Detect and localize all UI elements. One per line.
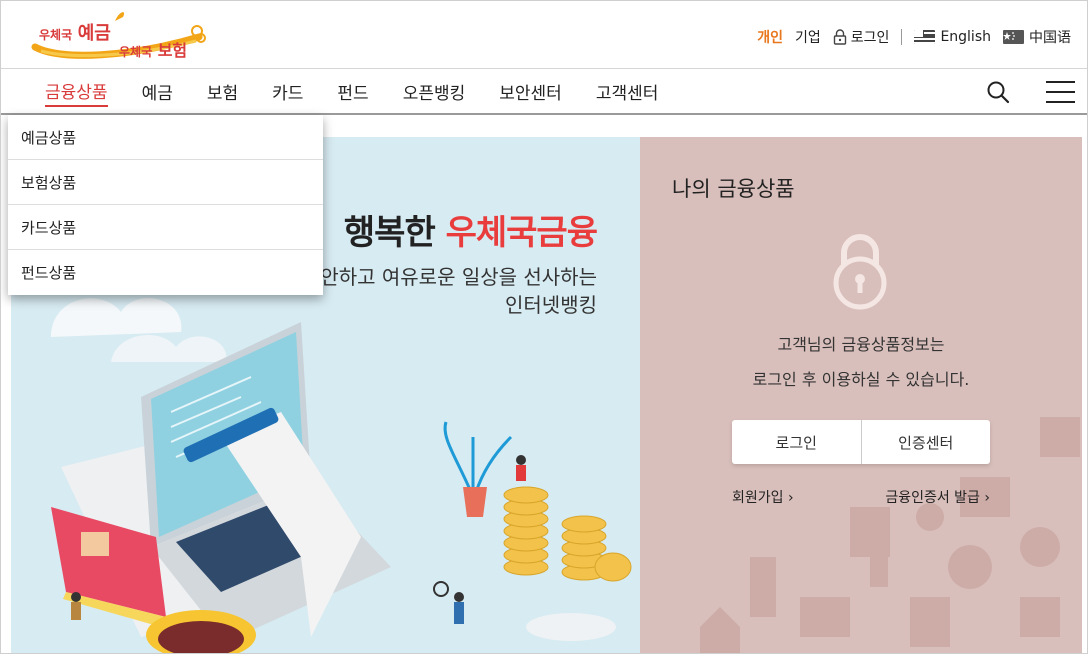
my-products-panel: 나의 금융상품 고객님의 금융상품정보는 로그인 후 이용하실 수 있습니다. … <box>640 137 1082 653</box>
chevron-right-icon: › <box>787 490 794 506</box>
gnb-item-card[interactable]: 카드 <box>272 79 303 106</box>
search-icon[interactable] <box>986 80 1010 104</box>
logo-line1-prefix: 우체국 <box>39 28 73 42</box>
gnb-menu: 금융상품 예금 보험 카드 펀드 오픈뱅킹 보안센터 고객센터 <box>45 69 692 115</box>
login-button[interactable]: 로그인 <box>732 420 861 464</box>
us-flag-icon <box>914 30 936 44</box>
corporate-link[interactable]: 기업 <box>795 27 821 47</box>
panel-message-1: 고객님의 금융상품정보는 <box>777 335 945 354</box>
dropdown-item-fund-products[interactable]: 펀드상품 <box>8 250 323 295</box>
logo[interactable]: 우체국 예금 우체국 보험 <box>31 7 207 63</box>
english-link[interactable]: English <box>914 29 991 45</box>
panel-button-group: 로그인 인증센터 <box>732 420 990 464</box>
signup-link-label: 회원가입 <box>732 490 784 506</box>
certification-center-button[interactable]: 인증센터 <box>860 420 991 464</box>
dropdown-item-insurance-products[interactable]: 보험상품 <box>8 160 323 205</box>
banner-subtext-1: 안하고 여유로운 일상을 선사하는 <box>320 265 597 289</box>
gnb-item-security-center[interactable]: 보안센터 <box>499 79 562 106</box>
login-link[interactable]: 로그인 <box>833 27 890 47</box>
panel-title: 나의 금융상품 <box>672 177 795 201</box>
dropdown-item-deposit-products[interactable]: 예금상품 <box>8 115 323 160</box>
menu-icon[interactable] <box>1046 81 1075 103</box>
utility-nav: 개인 기업 로그인 English 中国语 <box>745 27 1071 47</box>
banner-headline: 행복한 우체국금융 <box>343 205 598 254</box>
logo-line1: 우체국 예금 <box>39 19 111 45</box>
chinese-link-label: 中国语 <box>1029 30 1071 46</box>
panel-message-2: 로그인 후 이용하실 수 있습니다. <box>752 370 970 389</box>
personal-link[interactable]: 개인 <box>757 27 783 47</box>
util-divider <box>901 29 903 45</box>
login-link-label: 로그인 <box>850 30 890 46</box>
signup-link[interactable]: 회원가입 › <box>732 487 794 507</box>
lock-icon <box>833 29 846 45</box>
chevron-right-icon: › <box>984 490 990 506</box>
gnb-item-fund[interactable]: 펀드 <box>337 79 368 106</box>
gnb-item-customer-center[interactable]: 고객센터 <box>596 79 659 106</box>
certificate-issue-link[interactable]: 금융인증서 발급 › <box>885 487 990 507</box>
logo-line2-prefix: 우체국 <box>119 45 153 59</box>
top-header: 우체국 예금 우체국 보험 개인 기업 로그인 English 中国语 <box>1 1 1087 69</box>
english-link-label: English <box>940 29 991 45</box>
china-flag-icon <box>1003 30 1024 44</box>
global-nav: 금융상품 예금 보험 카드 펀드 오픈뱅킹 보안센터 고객센터 <box>1 69 1087 115</box>
logo-line2: 우체국 보험 <box>119 37 187 61</box>
logo-line1-word: 예금 <box>77 23 111 44</box>
gnb-item-financial-products[interactable]: 금융상품 <box>45 78 108 107</box>
gnb-item-insurance[interactable]: 보험 <box>207 79 238 106</box>
banner-headline-highlight: 우체국금융 <box>445 213 598 253</box>
certificate-issue-link-label: 금융인증서 발급 <box>885 490 980 506</box>
logo-line2-word: 보험 <box>157 41 188 60</box>
chinese-link[interactable]: 中国语 <box>1003 27 1071 47</box>
banner-subtext-2: 인터넷뱅킹 <box>505 293 597 317</box>
gnb-item-open-banking[interactable]: 오픈뱅킹 <box>403 79 466 106</box>
dropdown-item-card-products[interactable]: 카드상품 <box>8 205 323 250</box>
padlock-icon <box>833 234 887 310</box>
gnb-item-deposit[interactable]: 예금 <box>142 79 173 106</box>
browser-frame: 우체국 예금 우체국 보험 개인 기업 로그인 English 中国语 금융상품… <box>0 0 1088 654</box>
panel-links: 회원가입 › 금융인증서 발급 › <box>732 487 990 507</box>
banner-headline-prefix: 행복한 <box>343 213 436 253</box>
financial-products-dropdown: 예금상품 보험상품 카드상품 펀드상품 <box>8 115 323 295</box>
